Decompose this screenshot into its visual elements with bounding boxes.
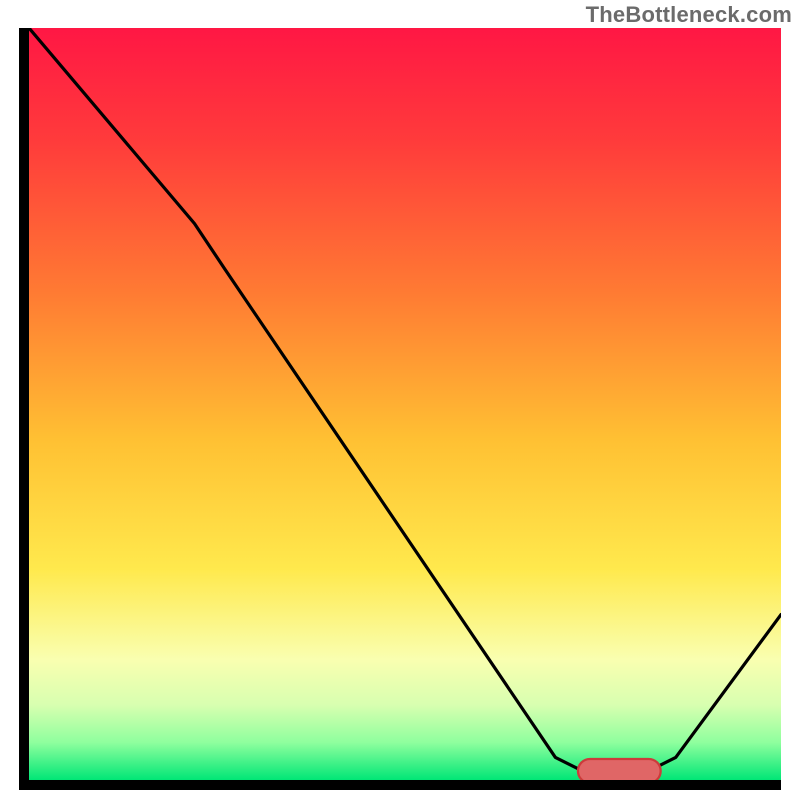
chart-canvas: TheBottleneck.com: [0, 0, 800, 800]
watermark-text: TheBottleneck.com: [586, 2, 792, 28]
plot-frame: [19, 28, 781, 790]
optimal-marker: [29, 28, 781, 780]
plot-area: [29, 28, 781, 780]
